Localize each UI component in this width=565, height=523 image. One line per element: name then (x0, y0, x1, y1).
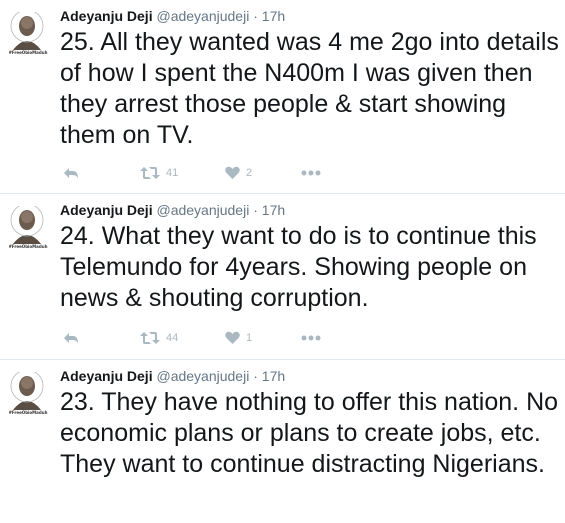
author-handle[interactable]: @adeyanjudeji (156, 8, 249, 24)
reply-button[interactable] (63, 164, 79, 182)
more-icon (301, 170, 321, 176)
tweet[interactable]: #FreeObioMaduh Adeyanju Deji @adeyanjude… (0, 0, 565, 194)
action-bar: 44 1 (60, 329, 360, 347)
avatar-caption: #FreeObioMaduh (8, 50, 48, 55)
more-button[interactable] (301, 329, 321, 347)
tweet[interactable]: #FreeObioMaduh Adeyanju Deji @adeyanjude… (0, 360, 565, 523)
reply-button[interactable] (63, 329, 79, 347)
action-bar: 41 2 (60, 164, 360, 182)
avatar[interactable]: #FreeObioMaduh (7, 372, 47, 415)
author-handle[interactable]: @adeyanjudeji (156, 202, 249, 218)
retweet-button[interactable]: 44 (140, 329, 178, 347)
more-icon (301, 335, 321, 341)
author-name[interactable]: Adeyanju Deji (60, 8, 153, 24)
author-name[interactable]: Adeyanju Deji (60, 202, 153, 218)
avatar-caption: #FreeObioMaduh (8, 244, 48, 249)
timestamp[interactable]: 17h (262, 368, 285, 384)
retweet-icon (140, 166, 160, 180)
more-button[interactable] (301, 164, 321, 182)
retweet-count: 44 (166, 332, 179, 344)
tweet[interactable]: #FreeObioMaduh Adeyanju Deji @adeyanjude… (0, 194, 565, 360)
author-name[interactable]: Adeyanju Deji (60, 368, 153, 384)
timestamp[interactable]: 17h (262, 202, 285, 218)
avatar[interactable]: #FreeObioMaduh (7, 12, 47, 55)
tweet-header: Adeyanju Deji @adeyanjudeji · 17h (60, 366, 285, 386)
reply-icon (63, 166, 79, 180)
like-button[interactable]: 1 (225, 329, 252, 347)
author-handle[interactable]: @adeyanjudeji (156, 368, 249, 384)
like-count: 1 (246, 332, 253, 344)
like-icon (225, 331, 240, 345)
separator: · (253, 202, 258, 218)
reply-icon (63, 331, 79, 345)
avatar-caption: #FreeObioMaduh (8, 410, 48, 415)
timestamp[interactable]: 17h (262, 8, 285, 24)
retweet-button[interactable]: 41 (140, 164, 178, 182)
like-icon (225, 166, 240, 180)
tweet-header: Adeyanju Deji @adeyanjudeji · 17h (60, 6, 285, 26)
like-count: 2 (246, 167, 253, 179)
retweet-count: 41 (166, 167, 179, 179)
like-button[interactable]: 2 (225, 164, 252, 182)
tweet-text: 23. They have nothing to offer this nati… (60, 388, 559, 478)
tweet-text: 25. All they wanted was 4 me 2go into de… (60, 28, 559, 149)
retweet-icon (140, 331, 160, 345)
avatar[interactable]: #FreeObioMaduh (7, 206, 47, 249)
tweet-header: Adeyanju Deji @adeyanjudeji · 17h (60, 200, 285, 220)
tweet-text: 24. What they want to do is to continue … (60, 222, 537, 312)
separator: · (253, 8, 258, 24)
separator: · (253, 368, 258, 384)
